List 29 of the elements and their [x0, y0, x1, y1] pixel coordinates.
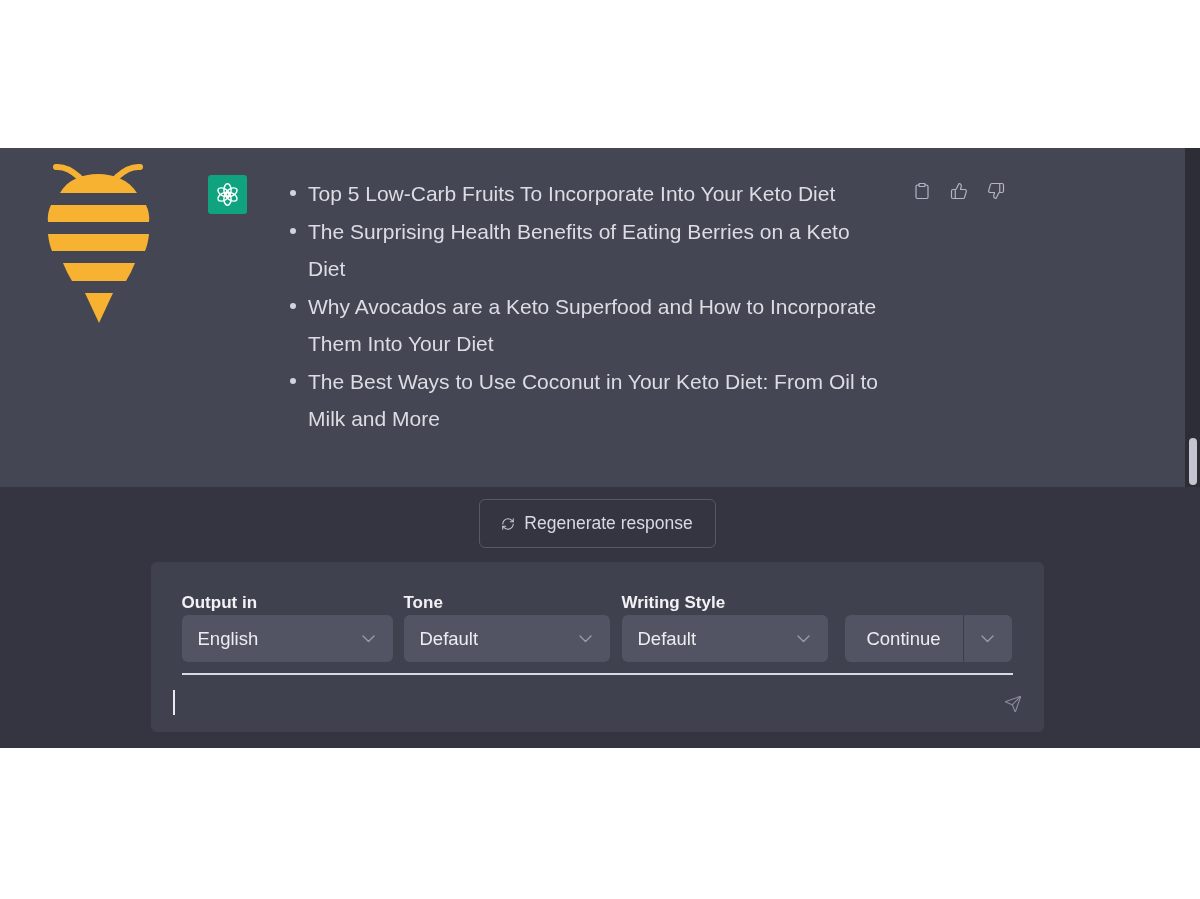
continue-button[interactable]: Continue [844, 615, 964, 662]
chevron-down-icon [796, 634, 810, 643]
dropdown-toggle-button[interactable] [963, 615, 1012, 662]
chevron-down-icon [361, 634, 375, 643]
dropdown-select[interactable]: Default [621, 615, 828, 662]
bullet-icon [290, 227, 296, 234]
list-item-text: Top 5 Low-Carb Fruits To Incorporate Into Your Keto Diet [308, 181, 837, 207]
thumbs-down-icon[interactable] [987, 182, 1005, 200]
bullet-icon [290, 377, 296, 384]
text-cursor-icon [172, 690, 175, 715]
send-icon[interactable] [1003, 694, 1022, 713]
option-label: Tone [403, 593, 444, 613]
bullet-icon [290, 302, 296, 309]
dropdown-select[interactable]: English [181, 615, 393, 662]
bullet-icon [290, 190, 296, 196]
list-item-text: Why Avocados are a Keto Superfood and How to Incorporate Them Into Your Diet [308, 293, 878, 357]
avatar-logo-icon [208, 175, 247, 214]
list-item-text: The Surprising Health Benefits of Eating Berries on a Keto Diet [308, 218, 851, 282]
option-label: Writing Style [621, 593, 727, 613]
chevron-down-icon [578, 634, 592, 643]
list-item-text: The Best Ways to Use Coconut in Your Keto Diet: From Oil to Milk and More [308, 368, 879, 432]
dropdown-select[interactable]: Default [403, 615, 610, 662]
thumbs-up-icon[interactable] [950, 182, 968, 200]
option-label: Output in [181, 593, 259, 613]
regenerate-button[interactable]: Regenerate response [478, 499, 716, 548]
refresh-icon [501, 516, 516, 531]
scrollbar-thumb[interactable] [1188, 438, 1197, 485]
chevron-down-icon [981, 634, 994, 643]
copy-icon[interactable] [913, 182, 931, 200]
